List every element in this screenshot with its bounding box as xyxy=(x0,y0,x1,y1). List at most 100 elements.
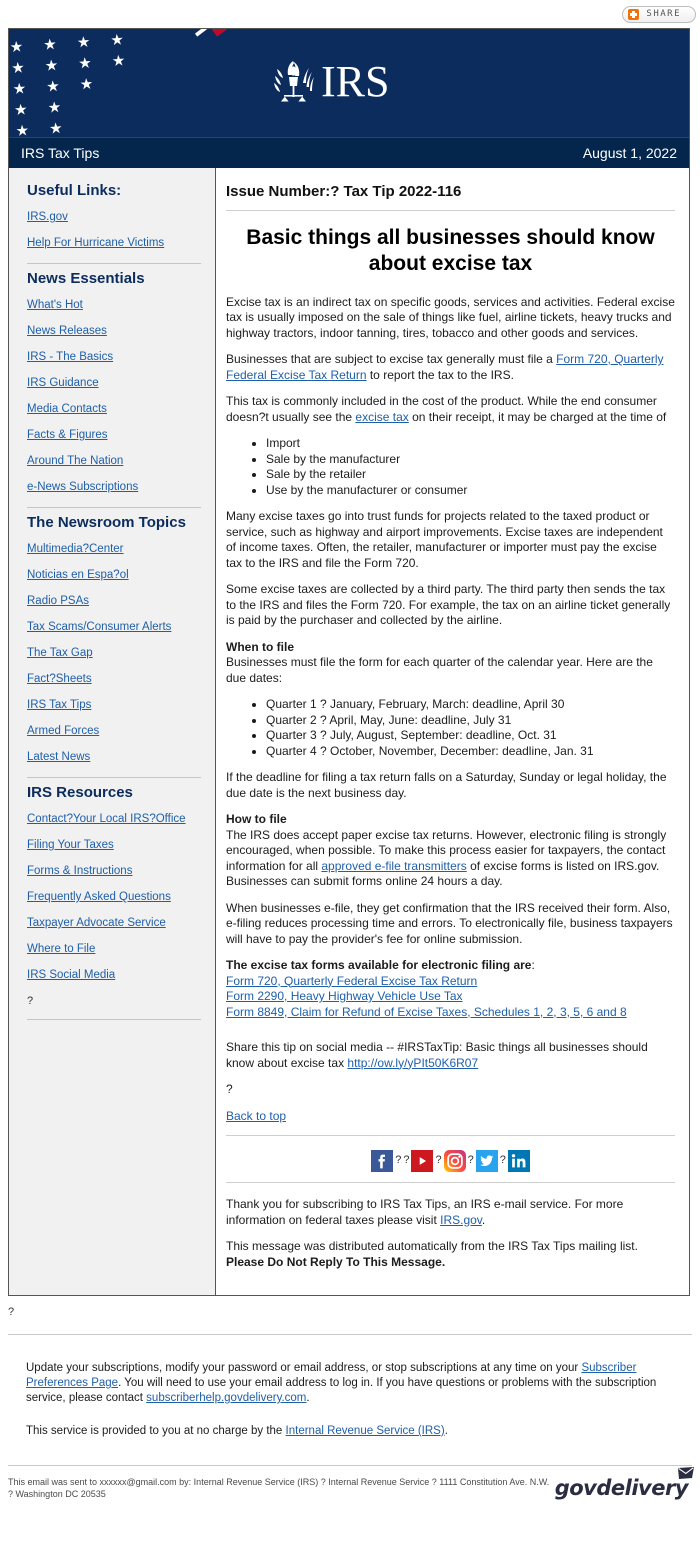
subscription-footer-text: Update your subscriptions, modify your p… xyxy=(26,1361,662,1406)
paragraph-thank-you: Thank you for subscribing to IRS Tax Tip… xyxy=(226,1197,675,1228)
paragraph-cost-of-product: This tax is commonly included in the cos… xyxy=(226,394,675,425)
sidebar-link-faq[interactable]: Frequently Asked Questions xyxy=(27,891,201,903)
link-subscriberhelp-email[interactable]: subscriberhelp.govdelivery.com xyxy=(146,1392,306,1404)
email-container: ★ ★ ★ ★★ ★ ★ ★★ ★ ★★ ★★ ★★ xyxy=(8,28,690,1296)
sidebar-link-contact-local-office[interactable]: Contact?Your Local IRS?Office xyxy=(27,813,201,825)
link-form-2290[interactable]: Form 2290, Heavy Highway Vehicle Use Tax xyxy=(226,989,675,1005)
facebook-link[interactable] xyxy=(371,1150,394,1172)
article-headline: Basic things all businesses should know … xyxy=(246,225,655,275)
twitter-link[interactable] xyxy=(475,1150,498,1172)
paragraph-trust-funds: Many excise taxes go into trust funds fo… xyxy=(226,509,663,570)
twitter-icon xyxy=(475,1150,498,1172)
sidebar-link-tax-scams[interactable]: Tax Scams/Consumer Alerts xyxy=(27,621,201,633)
sidebar-link-media-contacts[interactable]: Media Contacts xyxy=(27,403,201,415)
social-separator: ? xyxy=(499,1154,506,1167)
sidebar-link-irs-guidance[interactable]: IRS Guidance xyxy=(27,377,201,389)
instagram-icon xyxy=(443,1150,466,1172)
social-separator: ? xyxy=(395,1154,402,1167)
linkedin-icon xyxy=(507,1150,530,1172)
sidebar-link-latest-news[interactable]: Latest News xyxy=(27,751,201,763)
share-bar: SHARE xyxy=(0,0,700,28)
share-button[interactable]: SHARE xyxy=(622,5,696,23)
link-excise-tax[interactable]: excise tax xyxy=(355,410,408,424)
link-share-tip-url[interactable]: http://ow.ly/yPIt50K6R07 xyxy=(347,1056,478,1070)
sidebar-link-whats-hot[interactable]: What's Hot xyxy=(27,299,201,311)
list-item: Sale by the retailer xyxy=(266,467,675,483)
sidebar-divider xyxy=(27,507,201,508)
sidebar-link-facts-figures[interactable]: Facts & Figures xyxy=(27,429,201,441)
sidebar-link-enews-subscriptions[interactable]: e-News Subscriptions xyxy=(27,481,201,493)
irs-wordmark: IRS xyxy=(321,57,390,106)
paragraph-form720-after: to report the tax to the IRS. xyxy=(366,367,514,382)
paragraph-form720-before: Businesses that are subject to excise ta… xyxy=(226,352,557,366)
distributed-text: This message was distributed automatical… xyxy=(226,1239,638,1253)
sidebar-link-irs-tax-tips[interactable]: IRS Tax Tips xyxy=(27,699,201,711)
sidebar-divider xyxy=(27,1019,201,1020)
linkedin-link[interactable] xyxy=(507,1150,530,1172)
sidebar-link-hurricane-victims[interactable]: Help For Hurricane Victims xyxy=(27,237,201,249)
sidebar-link-news-releases[interactable]: News Releases xyxy=(27,325,201,337)
charge-time-list: Import Sale by the manufacturer Sale by … xyxy=(226,436,675,498)
quarter-deadlines-list: Quarter 1 ? January, February, March: de… xyxy=(226,697,675,759)
paragraph-intro: Excise tax is an indirect tax on specifi… xyxy=(226,294,675,340)
thanks-after: . xyxy=(481,1212,486,1227)
sidebar-divider xyxy=(27,263,201,264)
sidebar-heading-news-essentials: News Essentials xyxy=(27,270,145,287)
sidebar-divider xyxy=(27,777,201,778)
youtube-link[interactable] xyxy=(411,1150,434,1172)
free-service-text: This service is provided to you at no ch… xyxy=(26,1424,662,1439)
heading-how-to-file: How to file xyxy=(226,812,287,826)
govdelivery-logo: govdelivery xyxy=(554,1467,694,1500)
newsletter-date: August 1, 2022 xyxy=(582,145,677,161)
thanks-before: Thank you for subscribing to IRS Tax Tip… xyxy=(226,1197,624,1227)
sidebar-link-forms-instructions[interactable]: Forms & Instructions xyxy=(27,865,201,877)
electronic-forms-section: The excise tax forms available for elect… xyxy=(226,958,675,1020)
sidebar-link-where-to-file[interactable]: Where to File xyxy=(27,943,201,955)
sidebar-link-irs-social-media[interactable]: IRS Social Media xyxy=(27,969,201,981)
link-approved-efile-transmitters[interactable]: approved e-file transmitters xyxy=(321,859,466,873)
sidebar-link-radio-psas[interactable]: Radio PSAs xyxy=(27,595,201,607)
footer-stray-question-mark: ? xyxy=(8,1306,15,1318)
share-button-label: SHARE xyxy=(646,9,681,19)
list-item: Use by the manufacturer or consumer xyxy=(266,483,675,499)
content-divider xyxy=(226,1135,675,1136)
sidebar-link-the-tax-gap[interactable]: The Tax Gap xyxy=(27,647,201,659)
paragraph-back-to-top: Back to top xyxy=(226,1109,675,1125)
sidebar-link-fact-sheets[interactable]: Fact?Sheets xyxy=(27,673,201,685)
govdelivery-wordmark: govdelivery xyxy=(554,1476,689,1500)
social-separator: ? xyxy=(403,1154,410,1167)
social-icons-row: ? ? ? ? ? xyxy=(226,1150,675,1172)
link-form-720[interactable]: Form 720, Quarterly Federal Excise Tax R… xyxy=(226,974,675,990)
sidebar-link-irs-gov[interactable]: IRS.gov xyxy=(27,211,201,223)
section-how-to-file: How to file The IRS does accept paper ex… xyxy=(226,812,675,890)
sidebar-link-noticias-en-espanol[interactable]: Noticias en Espa?ol xyxy=(27,569,201,581)
link-back-to-top[interactable]: Back to top xyxy=(226,1109,286,1123)
sidebar-heading-useful-links: Useful Links: xyxy=(27,182,122,199)
sidebar-heading-newsroom-topics: The Newsroom Topics xyxy=(27,514,186,531)
list-item: Quarter 4 ? October, November, December:… xyxy=(266,744,675,760)
sidebar-link-irs-the-basics[interactable]: IRS - The Basics xyxy=(27,351,201,363)
list-item: Import xyxy=(266,436,675,452)
link-irs-gov-footer[interactable]: IRS.gov xyxy=(440,1213,482,1227)
sidebar-link-around-the-nation[interactable]: Around The Nation xyxy=(27,455,201,467)
update-mid: . You will need to use your email addres… xyxy=(26,1377,657,1404)
legal-divider xyxy=(8,1465,692,1466)
heading-excise-forms-colon: : xyxy=(531,958,535,972)
update-after: . xyxy=(306,1392,310,1404)
envelope-icon xyxy=(678,1467,694,1479)
sidebar-heading-irs-resources: IRS Resources xyxy=(27,784,133,801)
sidebar-link-armed-forces[interactable]: Armed Forces xyxy=(27,725,201,737)
legal-row: This email was sent to xxxxxx@gmail.com … xyxy=(8,1467,694,1500)
sidebar-link-multimedia-center[interactable]: Multimedia?Center xyxy=(27,543,201,555)
heading-excise-forms: The excise tax forms available for elect… xyxy=(226,958,532,972)
do-not-reply-bold: Please Do Not Reply To This Message. xyxy=(226,1254,446,1269)
sidebar: Useful Links: IRS.gov Help For Hurricane… xyxy=(9,168,216,1295)
instagram-link[interactable] xyxy=(443,1150,466,1172)
paragraph-share-tip: Share this tip on social media -- #IRSTa… xyxy=(226,1040,675,1071)
link-form-8849[interactable]: Form 8849, Claim for Refund of Excise Ta… xyxy=(226,1005,675,1021)
us-flag-icon: ★ ★ ★ ★★ ★ ★ ★★ ★ ★★ ★★ ★★ xyxy=(9,29,309,137)
newsletter-title: IRS Tax Tips xyxy=(21,145,100,161)
sidebar-link-filing-your-taxes[interactable]: Filing Your Taxes xyxy=(27,839,201,851)
sidebar-link-taxpayer-advocate[interactable]: Taxpayer Advocate Service xyxy=(27,917,201,929)
link-internal-revenue-service[interactable]: Internal Revenue Service (IRS) xyxy=(286,1425,445,1437)
